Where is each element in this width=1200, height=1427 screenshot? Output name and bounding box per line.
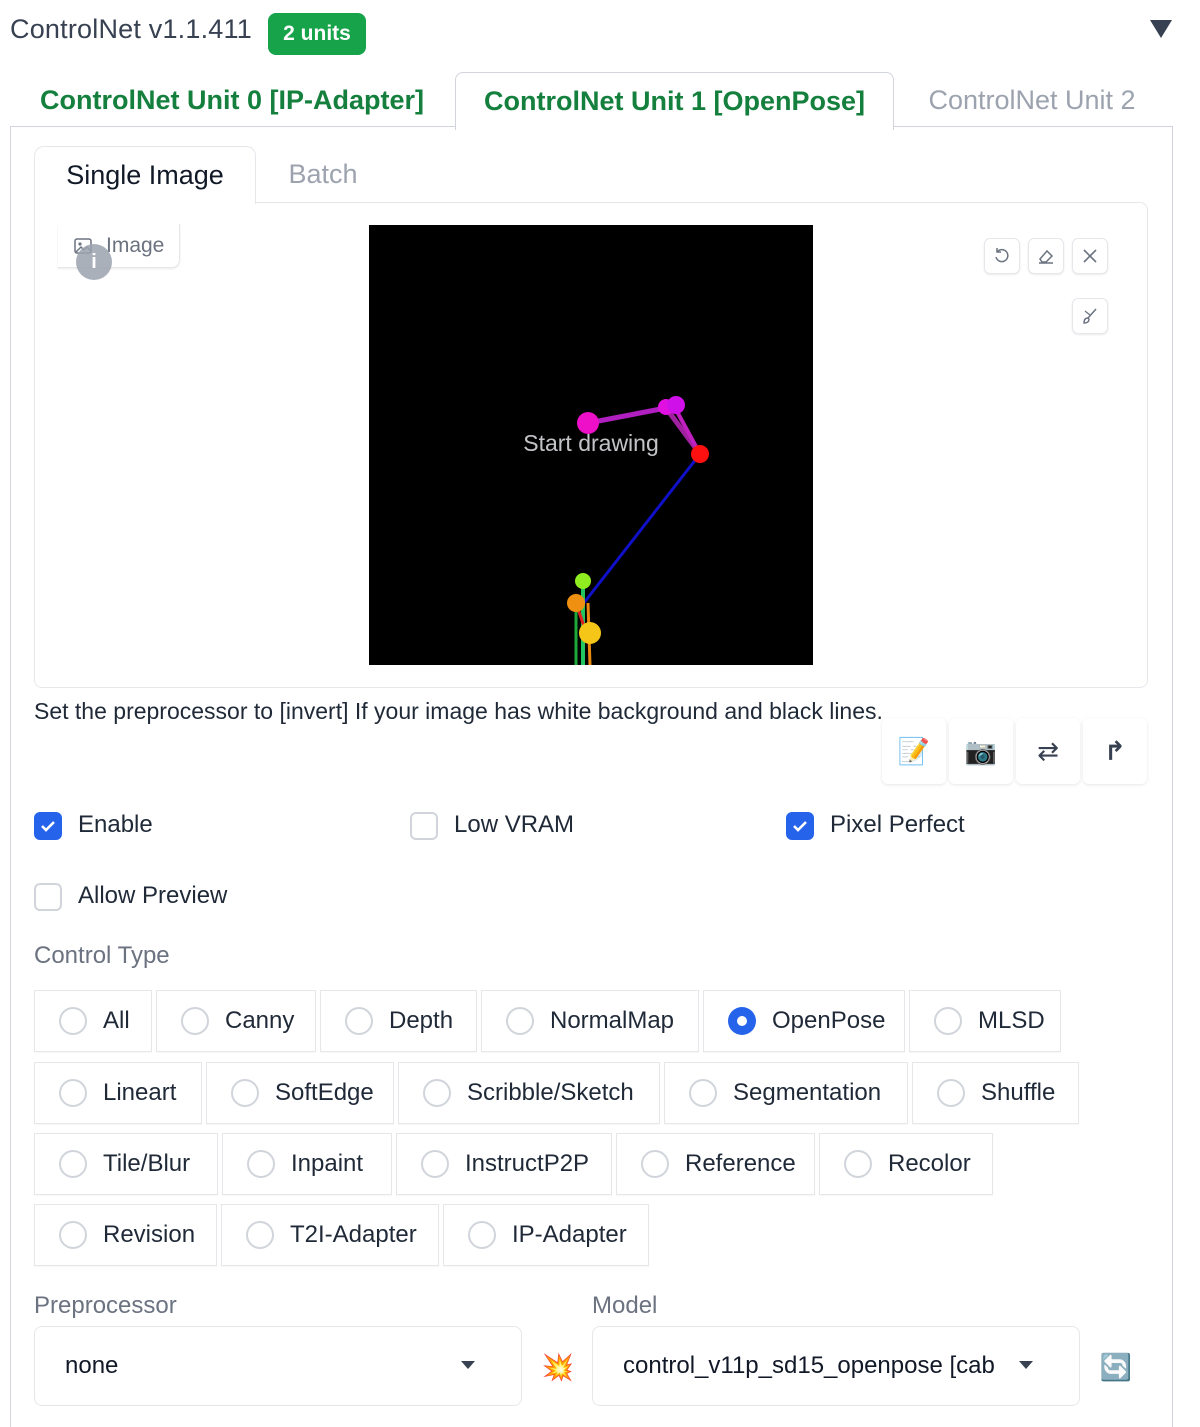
- radio-circle[interactable]: [345, 1007, 373, 1035]
- control-type-option-recolor[interactable]: Recolor: [819, 1133, 993, 1195]
- radio-circle[interactable]: [59, 1221, 87, 1249]
- control-type-option-depth[interactable]: Depth: [320, 990, 477, 1052]
- radio-circle[interactable]: [421, 1150, 449, 1178]
- low-vram-label[interactable]: Low VRAM: [454, 811, 574, 839]
- tab-unit-2[interactable]: ControlNet Unit 2: [912, 72, 1152, 128]
- preprocessor-label: Preprocessor: [34, 1292, 177, 1319]
- control-type-option-tile-blur[interactable]: Tile/Blur: [34, 1133, 218, 1195]
- canvas-hint: Start drawing: [523, 430, 659, 456]
- clear-button[interactable]: [1072, 238, 1108, 274]
- control-type-option-t2i-adapter[interactable]: T2I-Adapter: [221, 1204, 439, 1266]
- refresh-icon: 🔄: [1099, 1351, 1133, 1382]
- run-preprocessor-button[interactable]: 💥: [540, 1349, 576, 1385]
- control-type-option-normalmap[interactable]: NormalMap: [481, 990, 699, 1052]
- chevron-down-icon: [461, 1361, 475, 1369]
- swap-icon: ⇄: [1037, 735, 1059, 766]
- info-icon[interactable]: i: [76, 244, 112, 280]
- radio-circle[interactable]: [246, 1221, 274, 1249]
- refresh-models-button[interactable]: 🔄: [1098, 1349, 1134, 1385]
- control-type-option-inpaint[interactable]: Inpaint: [222, 1133, 392, 1195]
- preprocessor-value: none: [65, 1352, 119, 1379]
- control-type-option-mlsd[interactable]: MLSD: [909, 990, 1061, 1052]
- open-new-canvas-button[interactable]: 📝: [882, 718, 946, 784]
- send-dimensions-button[interactable]: ↱: [1083, 718, 1147, 784]
- radio-circle[interactable]: [934, 1007, 962, 1035]
- pose-canvas[interactable]: Start drawing: [369, 225, 813, 665]
- radio-circle[interactable]: [423, 1079, 451, 1107]
- tab-unit-0[interactable]: ControlNet Unit 0 [IP-Adapter]: [30, 72, 434, 128]
- control-type-option-scribble-sketch[interactable]: Scribble/Sketch: [398, 1062, 660, 1124]
- control-type-option-openpose[interactable]: OpenPose: [703, 990, 905, 1052]
- radio-circle[interactable]: [937, 1079, 965, 1107]
- model-value: control_v11p_sd15_openpose [cab: [623, 1352, 995, 1379]
- control-type-option-lineart[interactable]: Lineart: [34, 1062, 202, 1124]
- allow-preview-label[interactable]: Allow Preview: [78, 882, 227, 910]
- units-count-badge: 2 units: [268, 13, 366, 55]
- radio-circle[interactable]: [247, 1150, 275, 1178]
- pixel-perfect-label[interactable]: Pixel Perfect: [830, 811, 965, 839]
- chevron-down-icon: [1019, 1361, 1033, 1369]
- radio-circle[interactable]: [59, 1007, 87, 1035]
- checkmark-icon: [793, 821, 807, 832]
- model-dropdown[interactable]: control_v11p_sd15_openpose [cab: [592, 1326, 1080, 1406]
- radio-circle[interactable]: [689, 1079, 717, 1107]
- explosion-icon: 💥: [541, 1351, 575, 1382]
- mirror-webcam-button[interactable]: ⇄: [1016, 718, 1080, 784]
- eraser-icon: [1039, 249, 1054, 264]
- accordion-title[interactable]: ControlNet v1.1.411: [10, 14, 252, 45]
- control-type-option-instructp2p[interactable]: InstructP2P: [396, 1133, 612, 1195]
- control-type-option-canny[interactable]: Canny: [156, 990, 316, 1052]
- control-type-option-all[interactable]: All: [34, 990, 152, 1052]
- radio-circle[interactable]: [506, 1007, 534, 1035]
- tab-single-image[interactable]: Single Image: [34, 146, 256, 204]
- allow-preview-checkbox[interactable]: [34, 883, 62, 911]
- collapse-triangle-icon[interactable]: [1150, 20, 1172, 38]
- control-type-option-revision[interactable]: Revision: [34, 1204, 217, 1266]
- enable-checkbox[interactable]: [34, 812, 62, 840]
- brush-icon: [1083, 308, 1097, 324]
- invert-hint: Set the preprocessor to [invert] If your…: [34, 698, 883, 724]
- enable-label[interactable]: Enable: [78, 811, 153, 839]
- radio-circle[interactable]: [59, 1079, 87, 1107]
- radio-circle[interactable]: [231, 1079, 259, 1107]
- brush-button[interactable]: [1072, 298, 1108, 334]
- eraser-button[interactable]: [1028, 238, 1064, 274]
- radio-circle[interactable]: [844, 1150, 872, 1178]
- control-type-option-reference[interactable]: Reference: [616, 1133, 815, 1195]
- low-vram-checkbox[interactable]: [410, 812, 438, 840]
- memo-icon: 📝: [897, 735, 931, 766]
- close-icon: [1083, 249, 1097, 263]
- camera-icon: 📷: [964, 735, 998, 766]
- undo-button[interactable]: [984, 238, 1020, 274]
- control-type-label: Control Type: [34, 942, 170, 969]
- radio-circle[interactable]: [59, 1150, 87, 1178]
- radio-circle[interactable]: [641, 1150, 669, 1178]
- radio-circle[interactable]: [181, 1007, 209, 1035]
- webcam-button[interactable]: 📷: [949, 718, 1013, 784]
- checkmark-icon: [41, 821, 55, 832]
- undo-icon: [995, 248, 1009, 263]
- control-type-option-segmentation[interactable]: Segmentation: [664, 1062, 908, 1124]
- pixel-perfect-checkbox[interactable]: [786, 812, 814, 840]
- tab-unit-1[interactable]: ControlNet Unit 1 [OpenPose]: [455, 72, 894, 130]
- radio-selected[interactable]: [728, 1007, 756, 1035]
- upload-arrow-icon: ↱: [1104, 735, 1126, 766]
- model-label: Model: [592, 1292, 658, 1319]
- tab-batch[interactable]: Batch: [258, 146, 388, 203]
- radio-circle[interactable]: [468, 1221, 496, 1249]
- control-type-option-softedge[interactable]: SoftEdge: [206, 1062, 394, 1124]
- control-type-option-shuffle[interactable]: Shuffle: [912, 1062, 1079, 1124]
- preprocessor-dropdown[interactable]: none: [34, 1326, 522, 1406]
- control-type-option-ip-adapter[interactable]: IP-Adapter: [443, 1204, 649, 1266]
